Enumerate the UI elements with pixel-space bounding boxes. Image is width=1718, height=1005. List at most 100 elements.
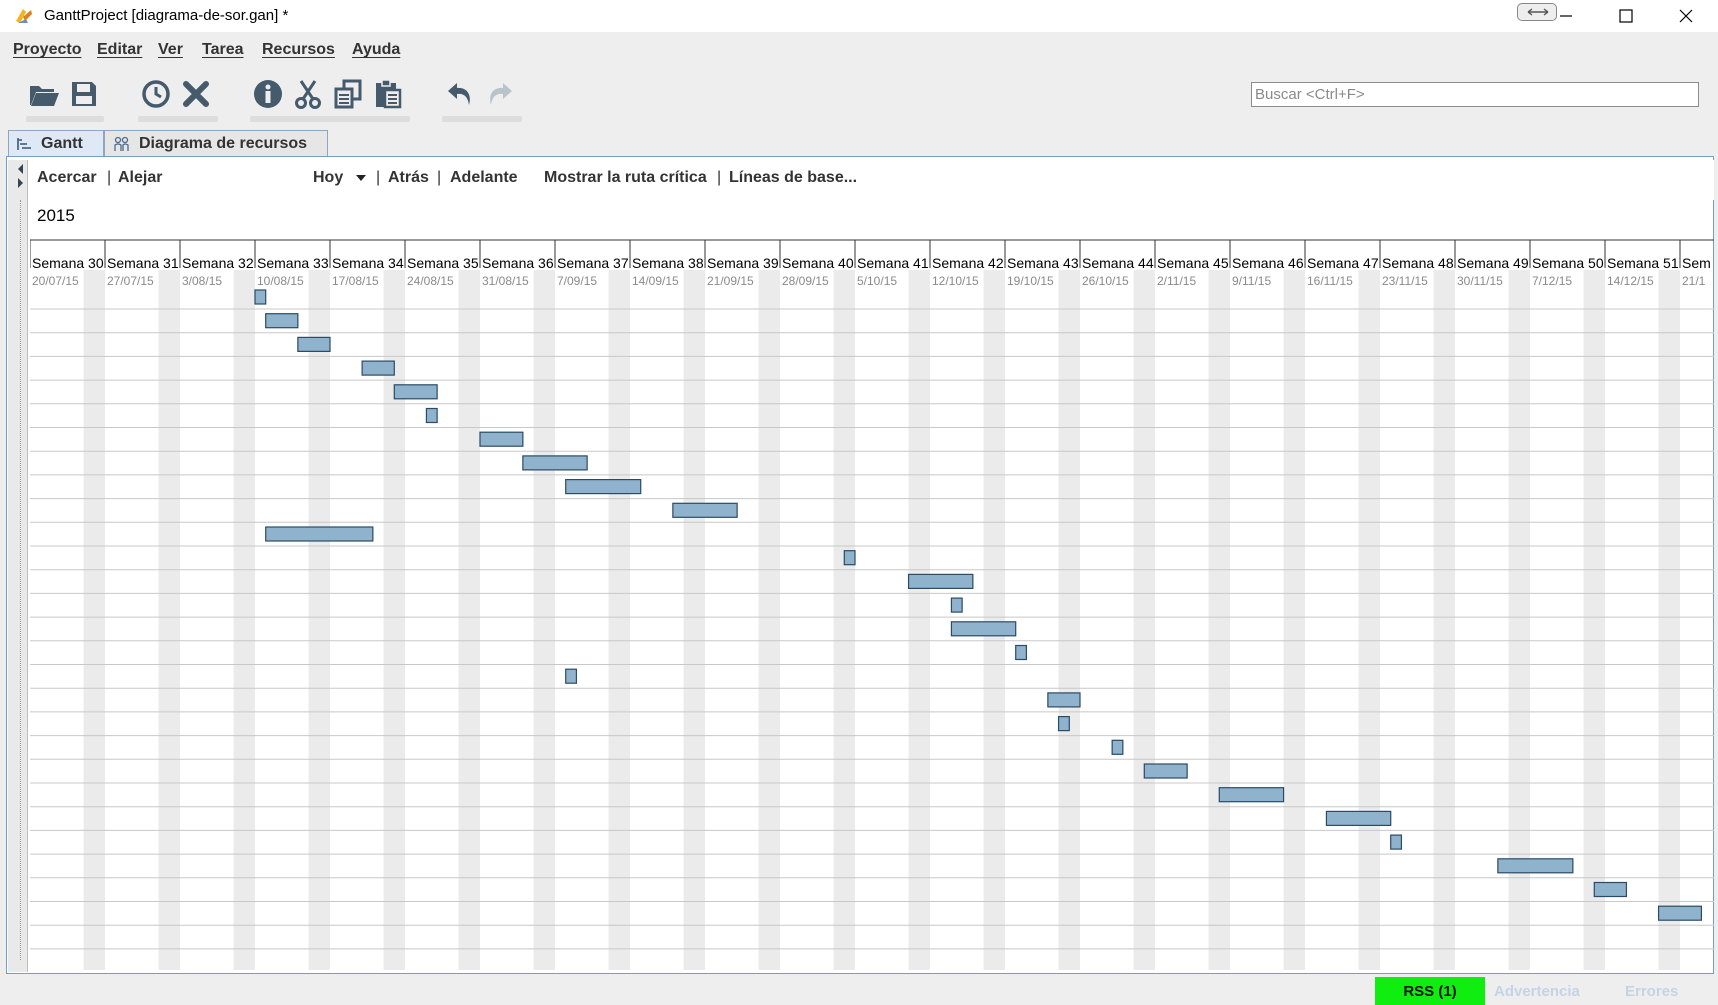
task-bar[interactable] [1218, 787, 1285, 803]
week-date-label: 17/08/15 [332, 274, 379, 288]
task-bar[interactable] [479, 431, 524, 447]
task-bar[interactable] [254, 289, 267, 305]
week-date-label: 14/09/15 [632, 274, 679, 288]
weekend-band [533, 270, 555, 970]
weekend-band [833, 270, 855, 970]
task-bar[interactable] [265, 313, 299, 329]
week-date-label: 5/10/15 [857, 274, 897, 288]
week-date-label: 7/09/15 [557, 274, 597, 288]
week-label: Sem [1682, 255, 1711, 271]
task-bar[interactable] [907, 573, 974, 590]
week-date-label: 7/12/15 [1532, 274, 1572, 288]
weekend-band [1433, 270, 1455, 970]
weekend-band [158, 270, 180, 970]
week-date-label: 24/08/15 [407, 274, 454, 288]
week-date-label: 31/08/15 [482, 274, 529, 288]
week-label: Semana 42 [932, 255, 1004, 271]
task-bar[interactable] [1497, 858, 1574, 874]
task-bar[interactable] [1015, 644, 1028, 661]
weekend-band [1133, 270, 1155, 970]
week-label: Semana 34 [332, 255, 404, 271]
week-label: Semana 36 [482, 255, 554, 271]
week-date-label: 21/1 [1682, 274, 1706, 288]
week-label: Semana 35 [407, 255, 479, 271]
collapse-left-icon[interactable] [18, 164, 23, 174]
gantt-timeline[interactable]: Semana 30 20/07/15 Semana 31 27/07/15 Semana… [30, 0, 1714, 1005]
week-date-label: 2/11/15 [1157, 274, 1196, 288]
task-bar[interactable] [425, 407, 438, 424]
week-date-label: 10/08/15 [257, 274, 304, 288]
rss-badge[interactable]: RSS (1) [1375, 977, 1485, 1005]
week-label: Semana 49 [1457, 255, 1529, 271]
week-label: Semana 51 [1607, 255, 1679, 271]
week-date-label: 14/12/15 [1607, 274, 1654, 288]
week-label: Semana 44 [1082, 255, 1154, 271]
weekend-band [308, 270, 330, 970]
task-bar[interactable] [1111, 739, 1124, 755]
week-label: Semana 43 [1007, 255, 1079, 271]
week-date-label: 19/10/15 [1007, 274, 1054, 288]
week-label: Semana 31 [107, 255, 179, 271]
week-label: Semana 37 [557, 255, 629, 271]
weekend-band [683, 270, 705, 970]
weekend-band [983, 270, 1005, 970]
task-bar[interactable] [1593, 881, 1628, 898]
task-bar[interactable] [393, 384, 438, 400]
week-date-label: 26/10/15 [1082, 274, 1129, 288]
week-label: Semana 48 [1382, 255, 1454, 271]
week-date-label: 20/07/15 [32, 274, 79, 288]
weekend-band [608, 270, 630, 970]
week-label: Semana 38 [632, 255, 704, 271]
week-label: Semana 46 [1232, 255, 1304, 271]
weekend-band [83, 270, 105, 970]
week-label: Semana 30 [32, 255, 104, 271]
weekend-band [1583, 270, 1605, 970]
errors-status[interactable]: Errores [1625, 983, 1678, 1000]
task-bar[interactable] [361, 360, 395, 376]
week-date-label: 21/09/15 [707, 274, 754, 288]
weekend-band [458, 270, 480, 970]
week-date-label: 23/11/15 [1382, 274, 1428, 288]
week-date-label: 12/10/15 [932, 274, 979, 288]
weekend-band [908, 270, 930, 970]
week-date-label: 30/11/15 [1457, 274, 1503, 288]
task-bar[interactable] [950, 621, 1017, 637]
week-date-label: 9/11/15 [1232, 274, 1271, 288]
weekend-band [1208, 270, 1230, 970]
task-bar[interactable] [1143, 763, 1188, 779]
week-label: Semana 39 [707, 255, 779, 271]
week-date-label: 28/09/15 [782, 274, 829, 288]
weekend-band [1358, 270, 1380, 970]
gantt-svg: Semana 30 20/07/15 Semana 31 27/07/15 Semana… [30, 239, 1714, 970]
weekend-band [758, 270, 780, 970]
task-bar[interactable] [950, 597, 963, 613]
task-bar[interactable] [1390, 834, 1403, 850]
task-bar[interactable] [1057, 715, 1070, 732]
week-date-label: 16/11/15 [1307, 274, 1353, 288]
task-bar[interactable] [1657, 905, 1703, 921]
week-label: Semana 33 [257, 255, 329, 271]
splitter-grip [20, 200, 22, 960]
task-bar[interactable] [843, 550, 856, 566]
task-bar[interactable] [1325, 810, 1392, 827]
weekend-band [233, 270, 255, 970]
task-bar[interactable] [1047, 692, 1081, 708]
task-bar[interactable] [672, 502, 738, 518]
task-bar[interactable] [297, 336, 331, 352]
warning-status[interactable]: Advertencia [1494, 983, 1580, 1000]
week-label: Semana 40 [782, 255, 854, 271]
weekend-band [1058, 270, 1080, 970]
week-date-label: 27/07/15 [107, 274, 154, 288]
weekend-band [1283, 270, 1305, 970]
task-bar[interactable] [522, 455, 588, 471]
status-bar: RSS (1) Advertencia Errores [0, 977, 1718, 1005]
week-date-label: 3/08/15 [182, 274, 222, 288]
expand-right-icon[interactable] [18, 178, 23, 188]
task-bar[interactable] [265, 526, 374, 542]
week-label: Semana 41 [857, 255, 929, 271]
task-bar[interactable] [565, 668, 578, 684]
splitter-handle[interactable] [8, 160, 28, 972]
weekend-band [1658, 270, 1680, 970]
week-label: Semana 47 [1307, 255, 1379, 271]
task-bar[interactable] [565, 479, 642, 495]
